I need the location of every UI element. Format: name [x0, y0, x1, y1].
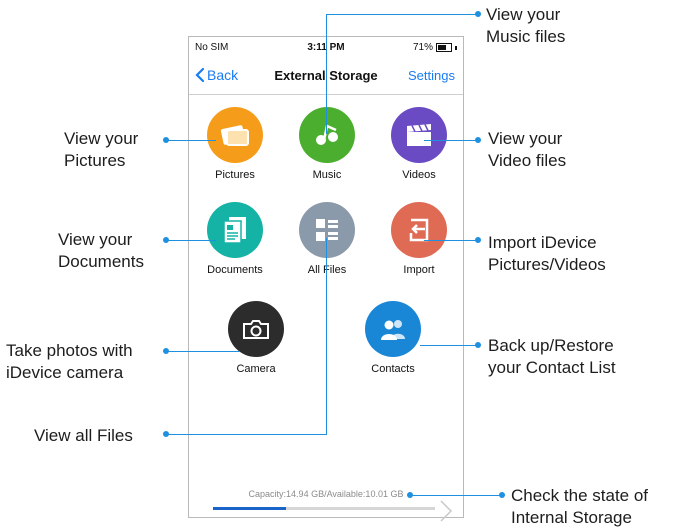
pictures-icon [207, 107, 263, 163]
import-icon [391, 202, 447, 258]
grid-list-icon [299, 202, 355, 258]
app-label: All Files [307, 264, 347, 276]
battery-indicator: 71% [413, 42, 457, 53]
app-videos[interactable]: Videos [379, 107, 459, 181]
app-label: Documents [207, 264, 263, 276]
callout-music: View your Music files [486, 5, 566, 46]
app-label: Camera [236, 363, 276, 375]
app-label: Import [403, 264, 435, 276]
video-clapper-icon [391, 107, 447, 163]
document-icon [207, 202, 263, 258]
battery-icon [436, 43, 452, 52]
callout-all-files: View all Files [34, 426, 133, 445]
callout-pictures: View your Pictures [64, 129, 139, 170]
app-label: Music [312, 169, 342, 181]
storage-progress-bar [213, 507, 435, 510]
callout-camera: Take photos with iDevice camera [6, 341, 133, 382]
settings-button[interactable]: Settings [408, 68, 455, 83]
callout-videos: View your Video files [488, 129, 567, 170]
chevron-right-icon[interactable] [439, 499, 453, 523]
app-all-files[interactable]: All Files [287, 202, 367, 276]
app-label: Videos [402, 169, 436, 181]
app-pictures[interactable]: Pictures [195, 107, 275, 181]
camera-icon [228, 301, 284, 357]
callout-import: Import iDevice Pictures/Videos [488, 233, 606, 274]
callout-contacts: Back up/Restore your Contact List [488, 336, 616, 377]
app-contacts[interactable]: Contacts [353, 301, 433, 375]
capacity-text: Capacity:14.94 GB/Available:10.01 GB [248, 489, 404, 499]
app-music[interactable]: Music [287, 107, 367, 181]
contacts-icon [365, 301, 421, 357]
app-label: Pictures [215, 169, 255, 181]
app-label: Contacts [371, 363, 415, 375]
app-documents[interactable]: Documents [195, 202, 275, 276]
battery-percent: 71% [412, 42, 433, 53]
callout-documents: View your Documents [58, 230, 144, 271]
callout-storage: Check the state of Internal Storage [511, 486, 649, 527]
app-import[interactable]: Import [379, 202, 459, 276]
music-icon [299, 107, 355, 163]
app-camera[interactable]: Camera [216, 301, 296, 375]
